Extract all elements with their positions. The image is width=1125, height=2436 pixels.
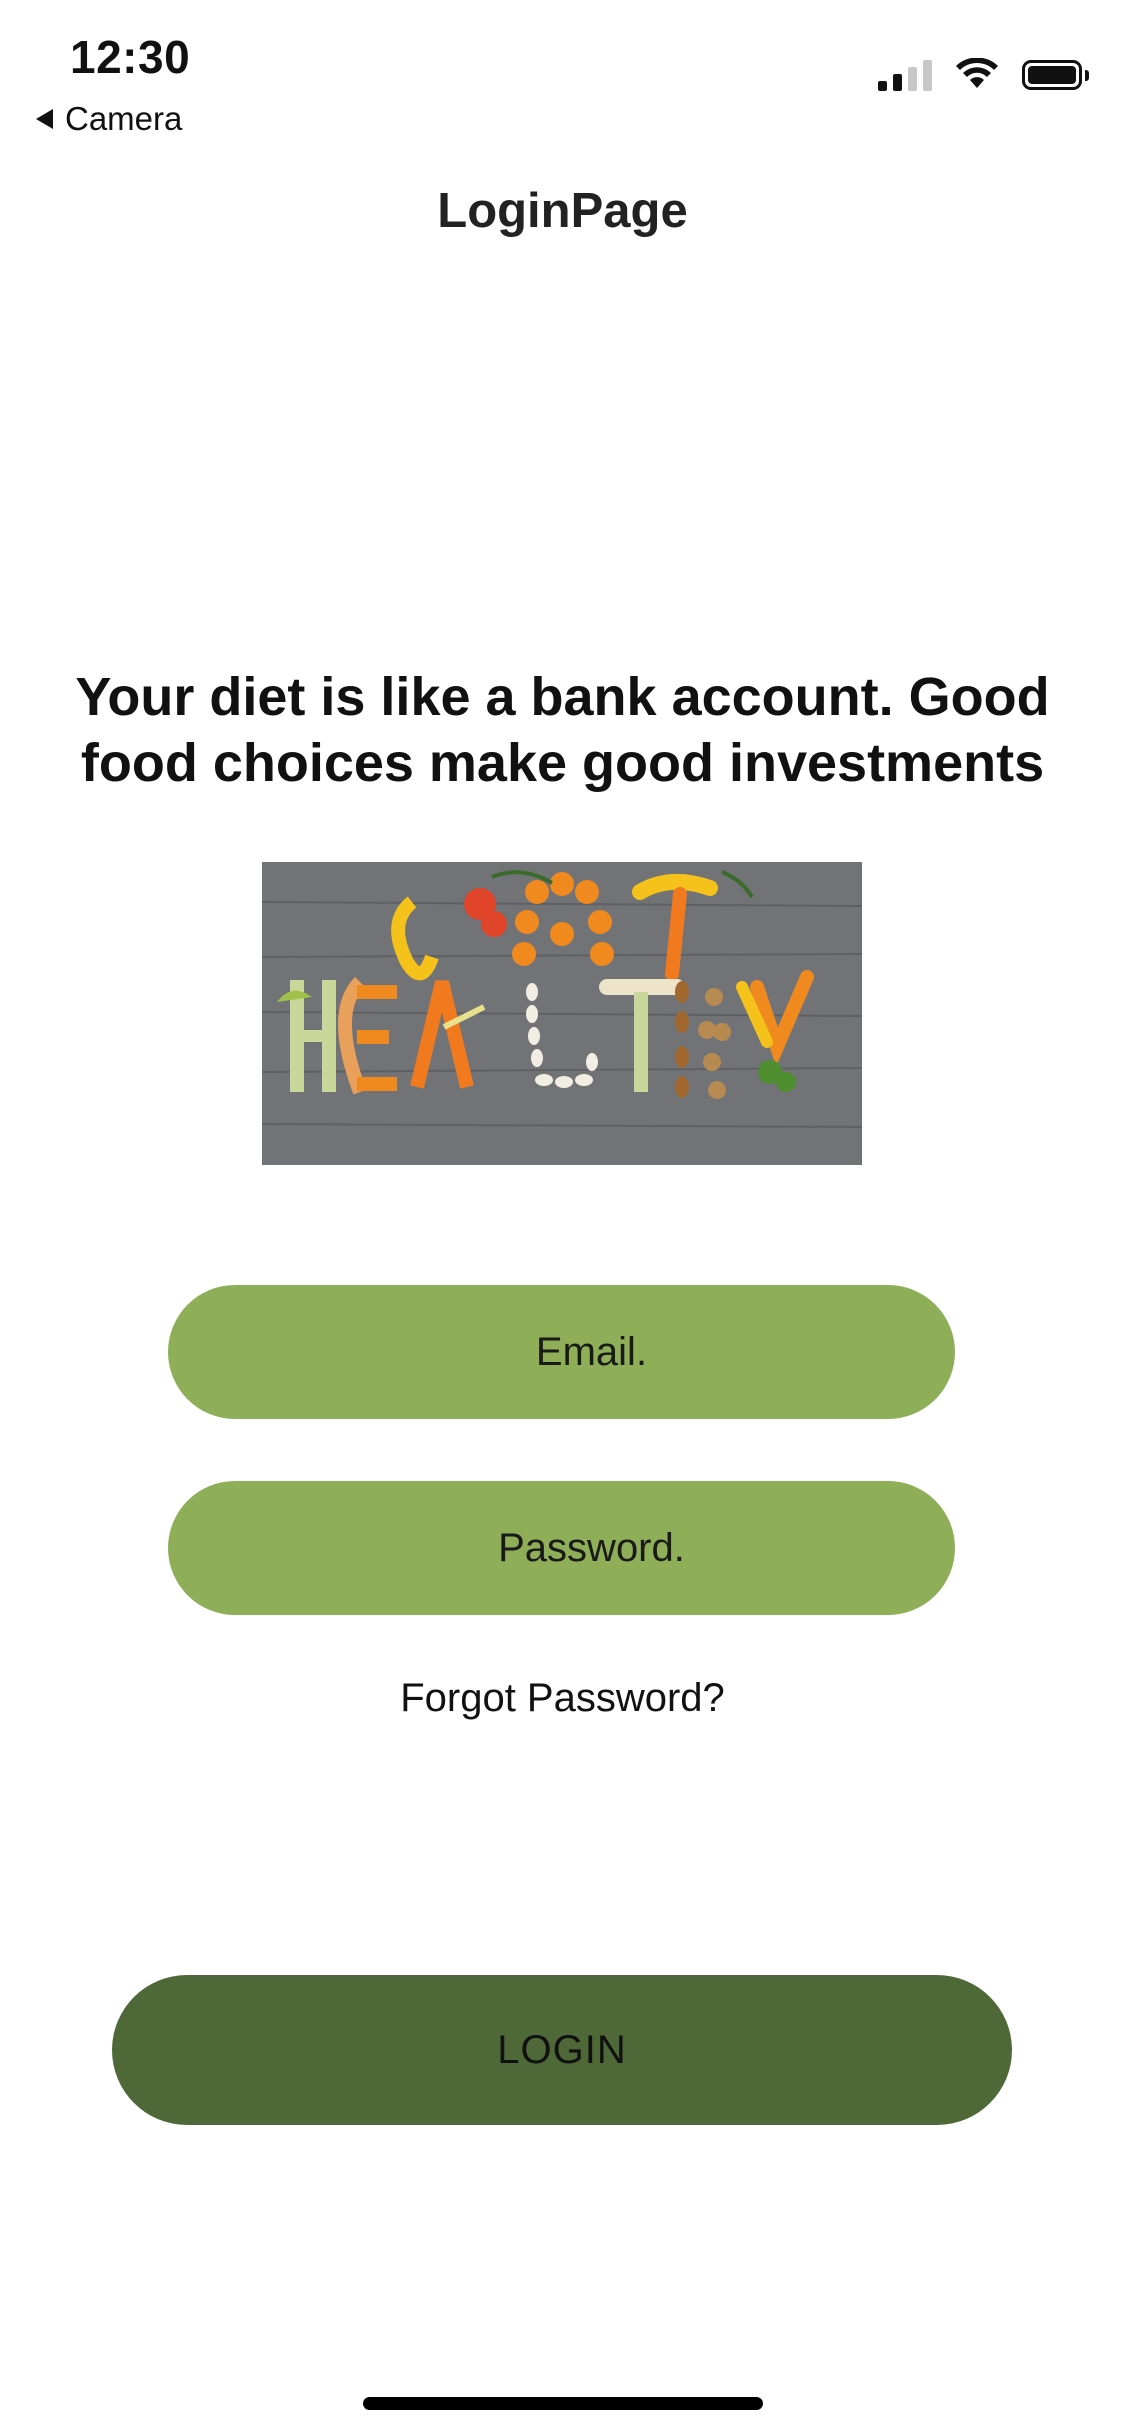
back-to-camera-link[interactable]: Camera (36, 100, 182, 138)
back-arrow-icon (36, 109, 53, 129)
signal-icon (878, 59, 932, 91)
forgot-password-link[interactable]: Forgot Password? (0, 1676, 1125, 1721)
eat-healthy-image (262, 862, 862, 1165)
diet-quote: Your diet is like a bank account. Good f… (75, 667, 1050, 793)
status-icons (878, 58, 1089, 92)
battery-icon (1022, 60, 1089, 90)
home-indicator[interactable] (363, 2397, 763, 2410)
login-button[interactable]: LOGIN (112, 1975, 1012, 2125)
eat-healthy-illustration (262, 862, 862, 1165)
password-field[interactable]: Password. (168, 1481, 955, 1615)
status-time: 12:30 (70, 31, 191, 83)
wifi-icon (956, 58, 998, 88)
email-field[interactable]: Email. (168, 1285, 955, 1419)
login-label: LOGIN (497, 2027, 627, 2072)
page-title: LoginPage (437, 184, 688, 238)
email-placeholder: Email. (535, 1329, 648, 1374)
password-placeholder: Password. (498, 1525, 685, 1570)
back-label: Camera (65, 100, 183, 137)
